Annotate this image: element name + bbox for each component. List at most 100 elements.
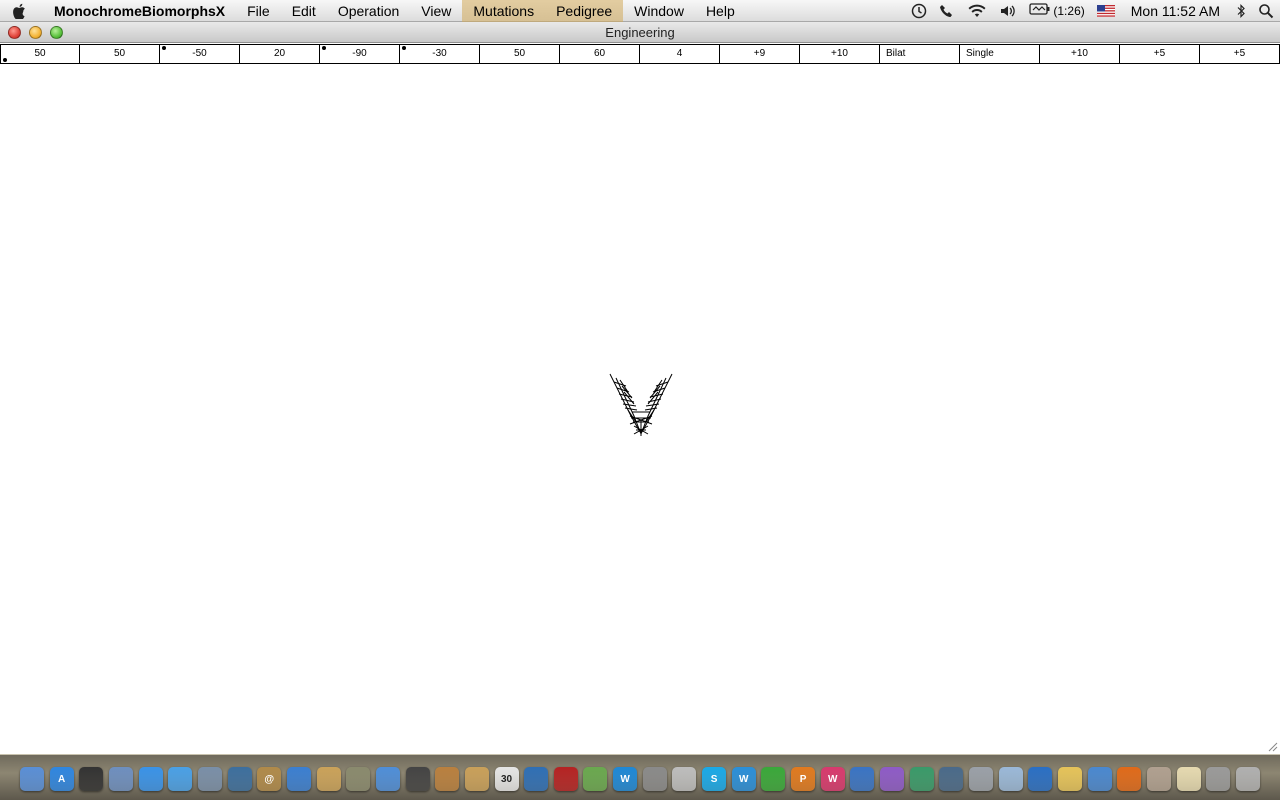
lightbulb-icon[interactable]: [998, 767, 1023, 791]
bluetooth-icon[interactable]: [1236, 0, 1246, 22]
gene-value: +9: [753, 48, 766, 59]
status-area: (1:26) Mon 11:52 AM: [905, 0, 1280, 22]
time-machine-icon[interactable]: [939, 767, 964, 791]
dock: A @30 W S W P W: [0, 754, 1280, 800]
garageband-icon[interactable]: [435, 767, 460, 791]
wunderlist-icon[interactable]: W: [731, 767, 756, 791]
gene-box-5[interactable]: -90: [320, 44, 400, 64]
color-wheel-icon[interactable]: [583, 767, 608, 791]
apple-menu-icon[interactable]: [0, 0, 40, 22]
scanner-icon[interactable]: [969, 767, 993, 791]
menu-mutations[interactable]: Mutations: [462, 0, 546, 22]
resize-grip-icon[interactable]: [1266, 740, 1278, 752]
us-flag-icon[interactable]: [1096, 0, 1115, 22]
gene-box-11[interactable]: +10: [800, 44, 880, 64]
photos-icon[interactable]: [1146, 767, 1171, 791]
engineering-canvas[interactable]: [0, 64, 1280, 754]
downloads-icon[interactable]: [1206, 767, 1231, 791]
menu-edit[interactable]: Edit: [281, 0, 327, 22]
aperture-icon[interactable]: [346, 767, 371, 791]
biomorph-drawing[interactable]: [606, 372, 676, 438]
gene-box-3[interactable]: -50: [160, 44, 240, 64]
gene-value: -30: [432, 48, 447, 59]
iphoto-icon[interactable]: [316, 767, 341, 791]
menu-pedigree[interactable]: Pedigree: [545, 0, 624, 22]
firefox-icon[interactable]: [1117, 767, 1142, 791]
notes-icon[interactable]: [1057, 767, 1082, 791]
gene-box-7[interactable]: 50: [480, 44, 560, 64]
xcode-icon[interactable]: [1087, 767, 1112, 791]
gene-value: Single: [966, 48, 994, 59]
calculator-icon[interactable]: [672, 767, 697, 791]
trash-icon[interactable]: [1235, 767, 1260, 791]
gene-box-segmentation[interactable]: Single: [960, 44, 1040, 64]
skype-icon[interactable]: S: [702, 767, 727, 791]
messenger-icon[interactable]: [909, 767, 934, 791]
system-preferences-icon[interactable]: [642, 767, 667, 791]
gene-box-8[interactable]: 60: [560, 44, 640, 64]
pages-icon[interactable]: W: [820, 767, 845, 791]
gene-box-1[interactable]: 50: [0, 44, 80, 64]
chart-app-icon[interactable]: [761, 767, 786, 791]
time-machine-icon[interactable]: [911, 0, 927, 22]
dock-icon-glyph: @: [264, 773, 275, 785]
dock-icon-glyph: W: [827, 773, 838, 785]
app-name-menu[interactable]: MonochromeBiomorphsX: [40, 0, 236, 22]
spotlight-icon[interactable]: [1258, 0, 1274, 22]
gene-value: -50: [192, 48, 207, 59]
volume-icon[interactable]: [999, 0, 1017, 22]
menu-window[interactable]: Window: [623, 0, 695, 22]
menu-help[interactable]: Help: [695, 0, 746, 22]
battery-status[interactable]: (1:26): [1029, 0, 1085, 22]
gene-box-symmetry[interactable]: Bilat: [880, 44, 960, 64]
app-store-icon[interactable]: A: [49, 767, 74, 791]
wifi-icon[interactable]: [967, 0, 987, 22]
quicktime-icon[interactable]: [524, 767, 549, 791]
gene-marker-dot: [322, 46, 326, 50]
gene-box-10[interactable]: +9: [720, 44, 800, 64]
gene-box-2[interactable]: 50: [80, 44, 160, 64]
preview-icon[interactable]: [108, 767, 133, 791]
menu-operation[interactable]: Operation: [327, 0, 410, 22]
phone-icon[interactable]: [939, 0, 955, 22]
facetime-icon[interactable]: [168, 767, 193, 791]
photo-booth-icon[interactable]: [227, 767, 252, 791]
gene-box-4[interactable]: 20: [240, 44, 320, 64]
menu-file[interactable]: File: [236, 0, 281, 22]
photo-icon[interactable]: [553, 767, 578, 791]
window-titlebar[interactable]: Engineering: [0, 22, 1280, 43]
gene-box-16[interactable]: +5: [1200, 44, 1280, 64]
gene-value: 20: [273, 48, 286, 59]
imovie-icon[interactable]: [405, 767, 430, 791]
window-title: Engineering: [605, 25, 675, 40]
finder-icon[interactable]: [20, 767, 44, 791]
gene-box-14[interactable]: +10: [1040, 44, 1120, 64]
safari-icon[interactable]: [138, 767, 163, 791]
dock-icon-glyph: W: [739, 773, 749, 785]
address-book-icon[interactable]: @: [257, 767, 282, 791]
battery-icon: [1029, 2, 1051, 19]
dvd-player-icon[interactable]: [375, 767, 400, 791]
dashboard-icon[interactable]: [79, 767, 104, 791]
gene-box-6[interactable]: -30: [400, 44, 480, 64]
gene-box-15[interactable]: +5: [1120, 44, 1200, 64]
gene-marker-dot: [402, 46, 406, 50]
calendar-icon[interactable]: 30: [494, 767, 519, 791]
dock-shelf: A @30 W S W P W: [20, 761, 1260, 797]
home-icon[interactable]: [1028, 767, 1053, 791]
menu-view[interactable]: View: [410, 0, 462, 22]
camera-icon[interactable]: [850, 767, 875, 791]
media-icon[interactable]: [880, 767, 905, 791]
gene-value: +10: [831, 48, 848, 59]
gene-box-9[interactable]: 4: [640, 44, 720, 64]
powerpoint-icon[interactable]: P: [791, 767, 816, 791]
textedit-icon[interactable]: [1176, 767, 1201, 791]
itunes-icon[interactable]: [286, 767, 311, 791]
keynote-icon[interactable]: [464, 767, 489, 791]
dock-icon-glyph: A: [58, 773, 66, 785]
word-icon[interactable]: W: [613, 767, 638, 791]
mail-icon[interactable]: [197, 767, 222, 791]
clock[interactable]: Mon 11:52 AM: [1131, 0, 1220, 22]
gene-value: +5: [1233, 48, 1246, 59]
gene-value: Bilat: [886, 48, 906, 59]
